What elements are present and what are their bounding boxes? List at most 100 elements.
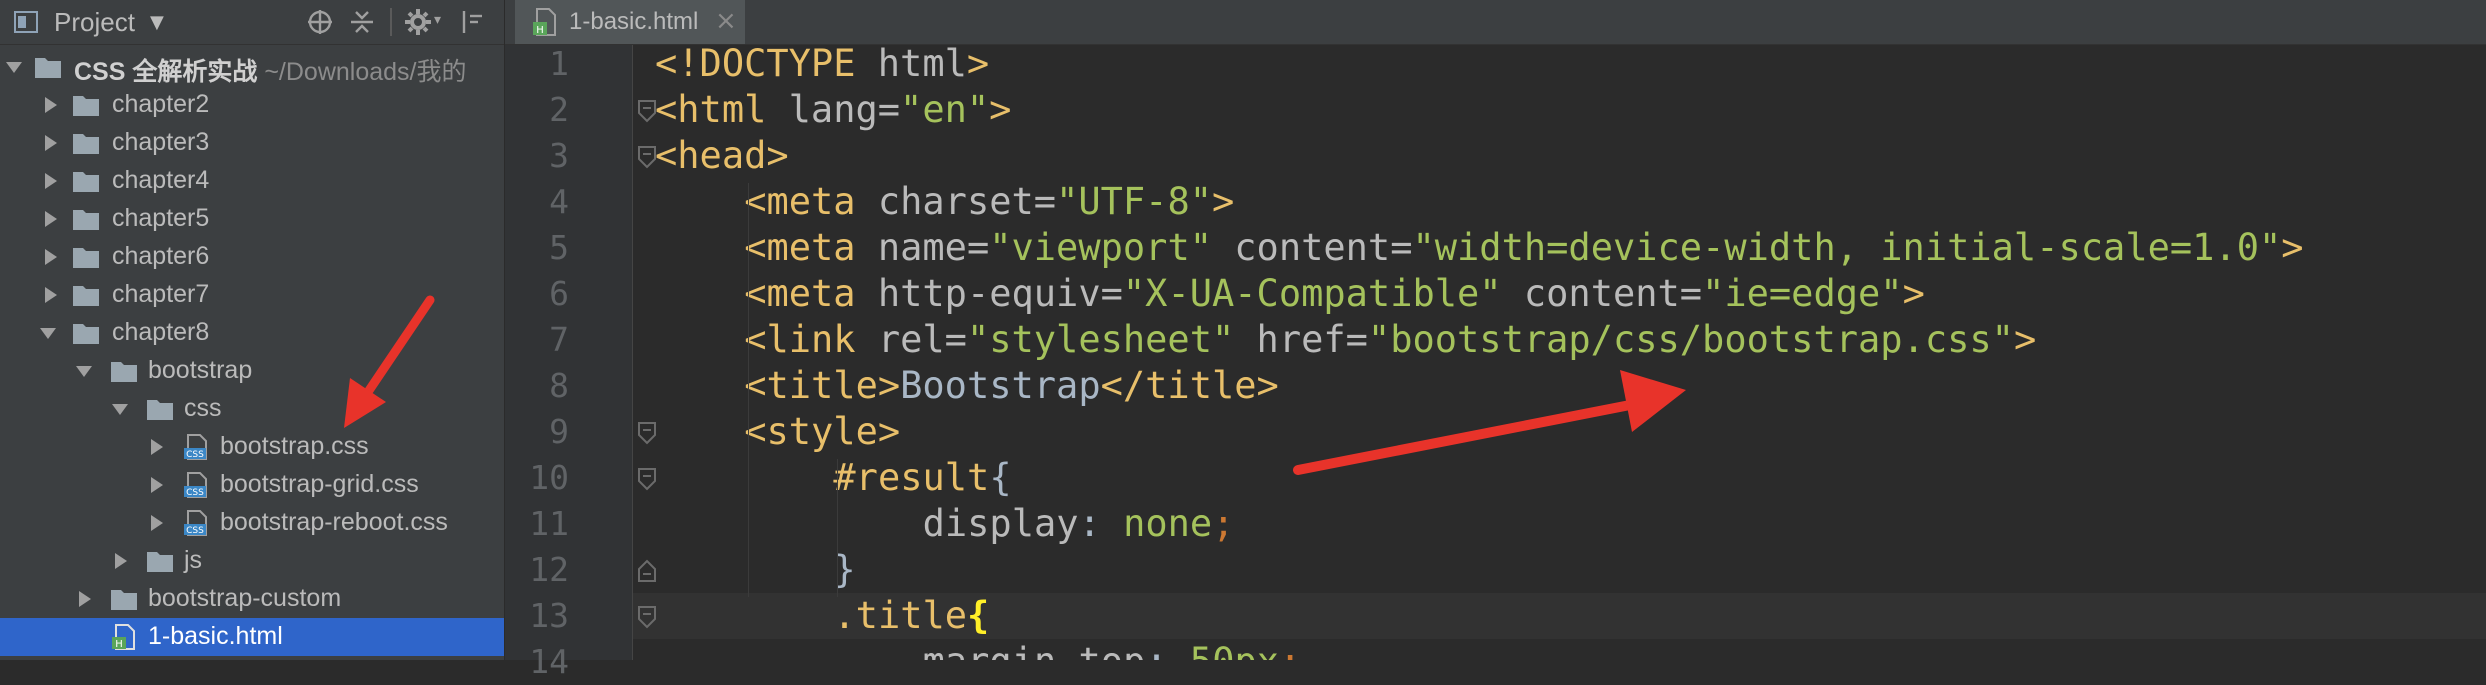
hide-panel-icon[interactable] — [458, 8, 486, 36]
line-number: 9 — [549, 412, 569, 451]
tree-item-label: chapter8 — [112, 318, 210, 346]
code-token: </title> — [1100, 364, 1279, 407]
locate-file-icon[interactable] — [306, 8, 334, 36]
code-line[interactable]: <title>Bootstrap</title> — [633, 363, 2486, 409]
code-line[interactable]: display: none; — [633, 501, 2486, 547]
code-line[interactable]: <meta http-equiv="X-UA-Compatible" conte… — [633, 271, 2486, 317]
svg-text:CSS: CSS — [186, 450, 204, 460]
folder-icon — [111, 590, 137, 610]
code-token: "viewport" — [989, 226, 1212, 269]
folder-icon — [35, 58, 61, 78]
svg-text:H: H — [536, 25, 544, 36]
code-token: <html — [655, 88, 789, 131]
chevron-down-icon[interactable] — [74, 359, 94, 383]
line-number: 1 — [549, 44, 569, 83]
code-line[interactable]: <meta name="viewport" content="width=dev… — [633, 225, 2486, 271]
tree-item-label: chapter3 — [112, 128, 210, 156]
tree-item-chapter3[interactable]: chapter3 — [0, 124, 504, 162]
tree-item-chapter2[interactable]: chapter2 — [0, 86, 504, 124]
chevron-down-icon[interactable] — [38, 321, 58, 345]
gear-icon[interactable] — [404, 8, 432, 36]
code-line[interactable]: margin-top: 50px; — [633, 639, 2486, 660]
code-token: <meta — [744, 272, 878, 315]
tree-item-bootstrap-grid-css[interactable]: CSS bootstrap-grid.css — [0, 466, 504, 504]
fold-end-icon[interactable] — [637, 559, 657, 583]
tree-item-1-basic-html[interactable]: H 1-basic.html — [0, 618, 504, 656]
code-token: margin-top — [923, 640, 1146, 660]
code-token: { — [989, 456, 1012, 499]
root-folder-path: ~/Downloads/我的 — [264, 58, 467, 86]
folder-icon — [73, 134, 99, 154]
tree-item-label: bootstrap-reboot.css — [220, 508, 448, 536]
fold-marker-icon[interactable] — [637, 421, 657, 445]
chevron-right-icon[interactable] — [74, 587, 94, 611]
tree-item-bootstrap-reboot-css[interactable]: CSS bootstrap-reboot.css — [0, 504, 504, 542]
code-line[interactable]: } — [633, 547, 2486, 593]
fold-marker-icon[interactable] — [637, 99, 657, 123]
code-line[interactable]: <html lang="en"> — [633, 87, 2486, 133]
code-token: "ie=edge" — [1702, 272, 1903, 315]
tree-item-chapter4[interactable]: chapter4 — [0, 162, 504, 200]
root-folder-name: CSS 全解析实战 — [74, 58, 258, 86]
chevron-right-icon[interactable] — [146, 435, 166, 459]
code-line[interactable]: <meta charset="UTF-8"> — [633, 179, 2486, 225]
chevron-right-icon[interactable] — [40, 131, 60, 155]
line-number: 12 — [529, 550, 569, 589]
code-token: http-equiv= — [877, 272, 1123, 315]
chevron-right-icon[interactable] — [40, 207, 60, 231]
chevron-down-icon[interactable]: ▼ — [150, 12, 164, 33]
folder-icon — [73, 96, 99, 116]
collapse-all-icon[interactable] — [348, 8, 376, 36]
code-line[interactable]: <link rel="stylesheet" href="bootstrap/c… — [633, 317, 2486, 363]
code-line[interactable]: .title{ — [633, 593, 2486, 639]
tree-item-css[interactable]: css — [0, 390, 504, 428]
code-token: Bootstrap — [900, 364, 1101, 407]
code-line[interactable]: <head> — [633, 133, 2486, 179]
tree-item-label: bootstrap-grid.css — [220, 470, 419, 498]
tree-item-bootstrap-css[interactable]: CSS bootstrap.css — [0, 428, 504, 466]
line-number: 8 — [549, 366, 569, 405]
tree-item-chapter7[interactable]: chapter7 — [0, 276, 504, 314]
chevron-right-icon[interactable] — [40, 283, 60, 307]
code-token: 50px — [1190, 640, 1279, 660]
chevron-right-icon[interactable] — [146, 511, 166, 535]
code-token: ; — [1212, 502, 1235, 545]
tree-item-chapter5[interactable]: chapter5 — [0, 200, 504, 238]
code-token: charset= — [877, 180, 1057, 223]
code-token: "en" — [900, 88, 990, 131]
tree-item-bootstrap[interactable]: bootstrap — [0, 352, 504, 390]
tree-item-chapter8[interactable]: chapter8 — [0, 314, 504, 352]
chevron-right-icon[interactable] — [40, 169, 60, 193]
code-token: > — [2281, 226, 2304, 269]
code-token: <meta — [744, 180, 878, 223]
svg-text:CSS: CSS — [186, 488, 204, 498]
tree-item-js[interactable]: js — [0, 542, 504, 580]
folder-icon — [147, 400, 173, 420]
tree-item-chapter6[interactable]: chapter6 — [0, 238, 504, 276]
fold-marker-icon[interactable] — [637, 467, 657, 491]
code-token: href= — [1234, 318, 1368, 361]
chevron-down-icon[interactable] — [110, 397, 130, 421]
tree-root-folder[interactable]: CSS 全解析实战 ~/Downloads/我的 — [0, 48, 504, 86]
tree-item-bootstrap-custom[interactable]: bootstrap-custom — [0, 580, 504, 618]
tab-1-basic-html[interactable]: H 1-basic.html × — [515, 0, 745, 44]
code-line[interactable]: <!DOCTYPE html> — [633, 45, 2486, 87]
fold-marker-icon[interactable] — [637, 145, 657, 169]
project-panel-title[interactable]: Project — [54, 7, 135, 38]
code-line[interactable]: <style> — [633, 409, 2486, 455]
tree-item-label: 1-basic.html — [148, 622, 283, 650]
code-editor[interactable]: <!DOCTYPE html> <html lang="en"> <head> <me… — [633, 45, 2486, 660]
tree-item-label: chapter4 — [112, 166, 210, 194]
chevron-down-icon[interactable] — [4, 55, 24, 79]
close-icon[interactable]: × — [715, 6, 737, 36]
code-line[interactable]: #result{ — [633, 455, 2486, 501]
chevron-right-icon[interactable] — [40, 93, 60, 117]
chevron-right-icon[interactable] — [146, 473, 166, 497]
settings-dropdown-icon[interactable]: ▾ — [434, 12, 441, 28]
line-number: 5 — [549, 228, 569, 267]
fold-marker-icon[interactable] — [637, 605, 657, 629]
chevron-right-icon[interactable] — [40, 245, 60, 269]
tree-item-label: chapter5 — [112, 204, 210, 232]
chevron-right-icon[interactable] — [110, 549, 130, 573]
code-token: "stylesheet" — [966, 318, 1235, 361]
